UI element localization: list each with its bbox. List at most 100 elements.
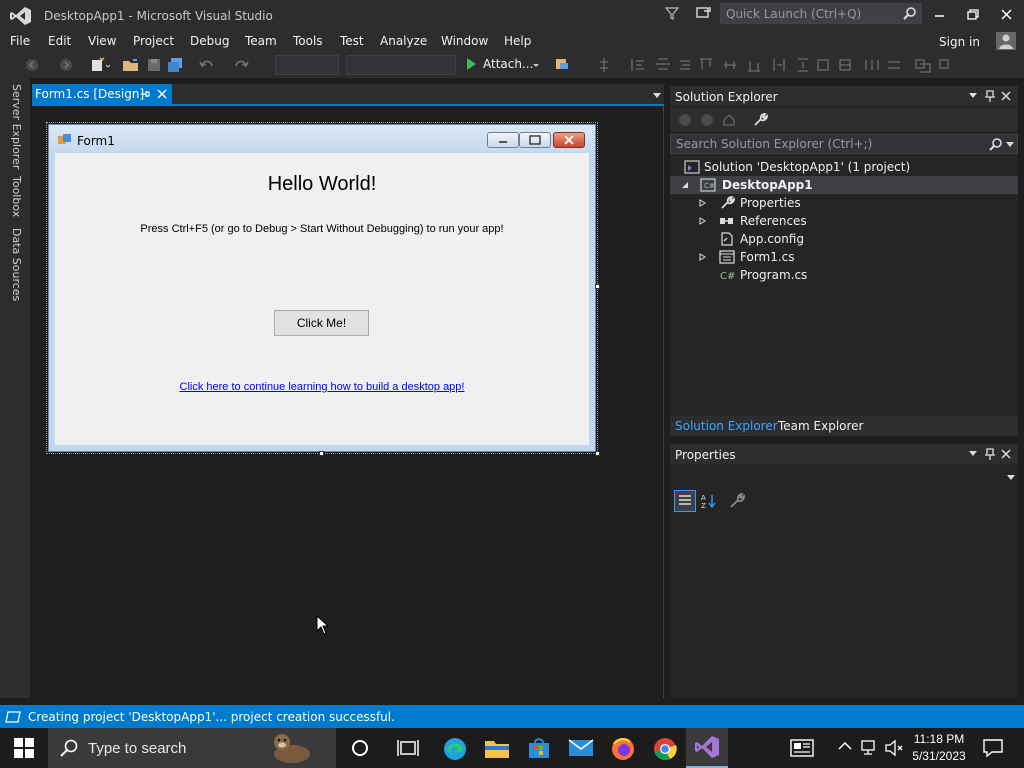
tree-item-program-cs[interactable]: C# Program.cs: [670, 266, 1018, 284]
expand-arrow-icon[interactable]: [699, 253, 707, 261]
navigate-back-icon[interactable]: [24, 57, 40, 73]
expand-arrow-icon[interactable]: [699, 217, 707, 225]
feedback-filter-icon[interactable]: [664, 5, 680, 21]
edge-browser-icon[interactable]: [442, 736, 468, 762]
open-file-icon[interactable]: [122, 57, 140, 73]
tab-form1-design[interactable]: Form1.cs [Design]: [32, 84, 172, 105]
resize-handle-bottom[interactable]: [319, 451, 324, 456]
attach-dropdown-icon[interactable]: [532, 57, 540, 73]
home-icon[interactable]: [722, 113, 736, 127]
quick-launch-input[interactable]: Quick Launch (Ctrl+Q): [720, 3, 922, 24]
firefox-icon[interactable]: [610, 736, 636, 762]
search-icon[interactable]: [989, 137, 1003, 151]
news-widget-icon[interactable]: [790, 738, 814, 758]
resize-handle-corner[interactable]: [595, 451, 600, 456]
collapse-arrow-icon[interactable]: [681, 181, 689, 189]
menu-file[interactable]: File: [10, 34, 30, 48]
navigate-forward-icon[interactable]: [58, 57, 74, 73]
visual-studio-taskbar-button[interactable]: [686, 728, 728, 768]
menu-tools[interactable]: Tools: [293, 34, 323, 48]
click-me-button[interactable]: Click Me!: [274, 310, 369, 336]
panel-close-icon[interactable]: [1000, 448, 1012, 460]
form-maximize-icon[interactable]: [519, 132, 551, 148]
attach-button[interactable]: Attach...: [483, 57, 533, 71]
panel-options-icon[interactable]: [968, 450, 978, 458]
tree-item-properties[interactable]: Properties: [670, 194, 1018, 212]
tab-list-dropdown-icon[interactable]: [652, 92, 662, 100]
chrome-icon[interactable]: [652, 736, 678, 762]
resize-handle-right[interactable]: [595, 284, 600, 289]
tab-team-explorer[interactable]: Team Explorer: [778, 419, 864, 433]
sign-in-link[interactable]: Sign in: [939, 35, 980, 49]
solution-platform-combo[interactable]: [346, 55, 456, 75]
menu-window[interactable]: Window: [441, 34, 488, 48]
tree-item-solution[interactable]: Solution 'DesktopApp1' (1 project): [670, 158, 1018, 176]
restore-icon[interactable]: [963, 6, 983, 24]
task-view-icon[interactable]: [397, 738, 419, 758]
undo-icon[interactable]: [198, 57, 220, 73]
data-sources-tab[interactable]: Data Sources: [10, 228, 23, 301]
tree-item-references[interactable]: References: [670, 212, 1018, 230]
notification-center-icon[interactable]: [982, 738, 1004, 758]
categorized-view-icon[interactable]: [674, 490, 696, 512]
menu-help[interactable]: Help: [504, 34, 531, 48]
redo-icon[interactable]: [232, 57, 254, 73]
menu-edit[interactable]: Edit: [48, 34, 71, 48]
alphabetical-sort-icon[interactable]: AZ: [700, 492, 718, 510]
search-options-icon[interactable]: [1006, 142, 1014, 148]
menu-view[interactable]: View: [88, 34, 116, 48]
file-explorer-icon[interactable]: [484, 736, 510, 760]
server-explorer-tab[interactable]: Server Explorer: [10, 84, 23, 169]
save-all-icon[interactable]: [167, 57, 183, 73]
form1-window[interactable]: Form1 Hello World! Press Ctrl+F5 (or go …: [48, 124, 596, 452]
menu-analyze[interactable]: Analyze: [380, 34, 427, 48]
form-minimize-icon[interactable]: [487, 132, 519, 148]
close-icon[interactable]: [997, 6, 1017, 24]
save-icon[interactable]: [146, 57, 162, 73]
menu-team[interactable]: Team: [245, 34, 277, 48]
system-tray-chevron-up-icon[interactable]: [838, 741, 852, 751]
toolbox-tab[interactable]: Toolbox: [10, 176, 23, 217]
expand-arrow-icon[interactable]: [699, 199, 707, 207]
properties-wrench-icon[interactable]: [752, 112, 768, 128]
windows-start-icon[interactable]: [14, 738, 34, 758]
volume-muted-icon[interactable]: [884, 739, 904, 757]
tree-item-project[interactable]: C# DesktopApp1: [670, 176, 1018, 194]
learn-more-link[interactable]: Click here to continue learning how to b…: [55, 381, 589, 393]
new-project-icon[interactable]: [90, 57, 110, 73]
taskbar-search-box[interactable]: Type to search: [48, 728, 336, 768]
menu-project[interactable]: Project: [133, 34, 174, 48]
find-in-files-icon[interactable]: [554, 57, 574, 73]
minimize-icon[interactable]: [930, 6, 950, 24]
taskbar-clock-date[interactable]: 5/31/2023: [908, 749, 970, 763]
close-tab-icon[interactable]: [156, 88, 168, 100]
form-close-icon[interactable]: [553, 132, 585, 148]
chevron-down-icon[interactable]: [1007, 475, 1015, 481]
menu-test[interactable]: Test: [340, 34, 364, 48]
object-selector-combo[interactable]: [670, 468, 1018, 486]
visual-studio-logo-icon[interactable]: [10, 6, 32, 26]
status-output-icon[interactable]: [5, 710, 21, 724]
panel-close-icon[interactable]: [1000, 90, 1012, 102]
panel-options-icon[interactable]: [968, 92, 978, 100]
cortana-icon[interactable]: [350, 738, 370, 758]
menu-debug[interactable]: Debug: [190, 34, 229, 48]
auto-hide-pin-icon[interactable]: [984, 447, 996, 461]
microsoft-store-icon[interactable]: [526, 736, 552, 760]
tree-item-form1-cs[interactable]: Form1.cs: [670, 248, 1018, 266]
property-pages-wrench-icon[interactable]: [728, 492, 746, 510]
tab-solution-explorer[interactable]: Solution Explorer: [675, 419, 778, 433]
start-play-icon[interactable]: [464, 56, 478, 72]
network-icon[interactable]: [860, 739, 880, 757]
search-icon[interactable]: [903, 6, 917, 20]
solution-explorer-search-input[interactable]: Search Solution Explorer (Ctrl+;): [670, 134, 1018, 154]
tree-item-app-config[interactable]: App.config: [670, 230, 1018, 248]
mail-icon[interactable]: [568, 736, 594, 760]
account-avatar-icon[interactable]: [996, 32, 1016, 50]
taskbar-clock-time[interactable]: 11:18 PM: [908, 732, 970, 746]
se-back-icon[interactable]: [678, 113, 692, 127]
auto-hide-pin-icon[interactable]: [984, 89, 996, 103]
se-forward-icon[interactable]: [700, 113, 714, 127]
align-icons-group[interactable]: [596, 57, 966, 73]
solution-configuration-combo[interactable]: [275, 55, 339, 75]
